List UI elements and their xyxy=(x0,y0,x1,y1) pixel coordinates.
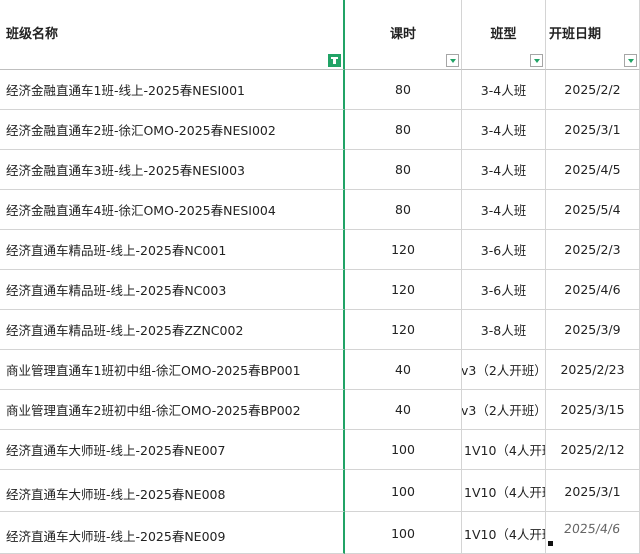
cell-hours[interactable]: 120 xyxy=(345,310,462,350)
cell-class-type-text: Lv3（2人开班） xyxy=(462,403,546,418)
cell-class-name[interactable]: 商业管理直通车2班初中组-徐汇OMO-2025春BP002 xyxy=(0,390,345,430)
cell-class-type[interactable]: 1V10（4人开班） xyxy=(462,470,546,512)
cell-class-name[interactable]: 经济金融直通车3班-线上-2025春NESI003 xyxy=(0,150,345,190)
column-header-label: 课时 xyxy=(389,27,416,42)
table-row: 经济直通车精品班-线上-2025春ZZNC002 120 3-8人班 2025/… xyxy=(0,310,640,350)
cell-class-name[interactable]: 经济直通车大师班-线上-2025春NE008 xyxy=(0,470,345,512)
cell-hours[interactable]: 80 xyxy=(345,150,462,190)
table-row: 经济直通车大师班-线上-2025春NE009 100 1V10（4人开班） xyxy=(0,512,640,554)
cell-class-name[interactable]: 经济金融直通车2班-徐汇OMO-2025春NESI002 xyxy=(0,110,345,150)
filter-dropdown-icon[interactable] xyxy=(530,54,543,67)
table-row: 经济直通车大师班-线上-2025春NE008 100 1V10（4人开班） 20… xyxy=(0,470,640,512)
cell-hours[interactable]: 100 xyxy=(345,430,462,470)
cell-start-date[interactable]: 2025/3/1 xyxy=(546,110,640,150)
cell-start-date[interactable]: 2025/3/15 xyxy=(546,390,640,430)
cell-class-name[interactable]: 经济金融直通车1班-线上-2025春NESI001 xyxy=(0,70,345,110)
column-header-class-type[interactable]: 班型 xyxy=(462,0,546,70)
table-row: 经济直通车精品班-线上-2025春NC001 120 3-6人班 2025/2/… xyxy=(0,230,640,270)
cell-start-date[interactable]: 2025/2/12 xyxy=(546,430,640,470)
column-header-label: 班级名称 xyxy=(6,27,59,42)
cell-class-type[interactable]: 3-4人班 xyxy=(462,110,546,150)
cell-hours[interactable]: 40 xyxy=(345,390,462,430)
cell-start-date[interactable]: 2025/3/9 xyxy=(546,310,640,350)
cell-class-type[interactable]: 3-4人班 xyxy=(462,190,546,230)
cell-class-type-text: Lv3（2人开班） xyxy=(462,363,546,378)
cell-hours[interactable]: 80 xyxy=(345,70,462,110)
column-header-label: 班型 xyxy=(490,27,517,42)
cell-hours[interactable]: 120 xyxy=(345,270,462,310)
cell-start-date[interactable]: 2025/2/2 xyxy=(546,70,640,110)
cell-class-type[interactable]: 3-6人班 xyxy=(462,230,546,270)
cell-hours[interactable]: 100 xyxy=(345,470,462,512)
cell-start-date[interactable]: 2025/4/5 xyxy=(546,150,640,190)
column-header-label: 开班日期 xyxy=(549,27,602,42)
cell-class-name[interactable]: 经济直通车精品班-线上-2025春NC001 xyxy=(0,230,345,270)
table-row: 经济直通车精品班-线上-2025春NC003 120 3-6人班 2025/4/… xyxy=(0,270,640,310)
cell-class-type[interactable]: 3-8人班 xyxy=(462,310,546,350)
cell-start-date[interactable]: 2025/2/3 xyxy=(546,230,640,270)
cell-class-type[interactable]: Lv3（2人开班） xyxy=(462,390,546,430)
header-row: 班级名称 课时 班型 开班日期 xyxy=(0,0,640,70)
column-header-start-date[interactable]: 开班日期 xyxy=(546,0,640,70)
cell-class-name[interactable]: 经济直通车精品班-线上-2025春NC003 xyxy=(0,270,345,310)
cell-hours[interactable]: 40 xyxy=(345,350,462,390)
cell-class-name[interactable]: 经济直通车大师班-线上-2025春NE007 xyxy=(0,430,345,470)
cell-class-name[interactable]: 经济直通车大师班-线上-2025春NE009 xyxy=(0,512,345,554)
table-row: 经济金融直通车1班-线上-2025春NESI001 80 3-4人班 2025/… xyxy=(0,70,640,110)
mouse-cursor-icon xyxy=(548,541,553,546)
table-row: 经济金融直通车4班-徐汇OMO-2025春NESI004 80 3-4人班 20… xyxy=(0,190,640,230)
table-row: 经济金融直通车3班-线上-2025春NESI003 80 3-4人班 2025/… xyxy=(0,150,640,190)
cell-hours[interactable]: 80 xyxy=(345,110,462,150)
cell-start-date[interactable]: 2025/4/6 xyxy=(546,270,640,310)
cell-class-type[interactable]: 3-6人班 xyxy=(462,270,546,310)
spreadsheet-grid: 班级名称 课时 班型 开班日期 经济金融直通车1班-线上-2025春NESI00… xyxy=(0,0,640,554)
table-row: 经济金融直通车2班-徐汇OMO-2025春NESI002 80 3-4人班 20… xyxy=(0,110,640,150)
table-row: 商业管理直通车2班初中组-徐汇OMO-2025春BP002 40 Lv3（2人开… xyxy=(0,390,640,430)
cell-class-type[interactable]: Lv3（2人开班） xyxy=(462,350,546,390)
cell-class-type[interactable]: 3-4人班 xyxy=(462,70,546,110)
table-row: 商业管理直通车1班初中组-徐汇OMO-2025春BP001 40 Lv3（2人开… xyxy=(0,350,640,390)
cell-hours[interactable]: 100 xyxy=(345,512,462,554)
cell-class-type[interactable]: 1V10（4人开班） xyxy=(462,430,546,470)
filter-dropdown-icon[interactable] xyxy=(446,54,459,67)
cell-hours[interactable]: 120 xyxy=(345,230,462,270)
cell-class-type[interactable]: 3-4人班 xyxy=(462,150,546,190)
cell-class-type[interactable]: 1V10（4人开班） xyxy=(462,512,546,554)
filter-dropdown-icon[interactable] xyxy=(624,54,637,67)
column-header-class-name[interactable]: 班级名称 xyxy=(0,0,345,70)
column-header-hours[interactable]: 课时 xyxy=(345,0,462,70)
drag-preview-date: 2025/4/6 xyxy=(563,521,621,536)
cell-class-name[interactable]: 商业管理直通车1班初中组-徐汇OMO-2025春BP001 xyxy=(0,350,345,390)
cell-start-date[interactable]: 2025/5/4 xyxy=(546,190,640,230)
cell-class-name[interactable]: 经济直通车精品班-线上-2025春ZZNC002 xyxy=(0,310,345,350)
filter-active-icon[interactable] xyxy=(328,54,341,67)
table-row: 经济直通车大师班-线上-2025春NE007 100 1V10（4人开班） 20… xyxy=(0,430,640,470)
cell-start-date[interactable]: 2025/3/1 xyxy=(546,470,640,512)
cell-start-date[interactable]: 2025/2/23 xyxy=(546,350,640,390)
cell-hours[interactable]: 80 xyxy=(345,190,462,230)
cell-class-name[interactable]: 经济金融直通车4班-徐汇OMO-2025春NESI004 xyxy=(0,190,345,230)
